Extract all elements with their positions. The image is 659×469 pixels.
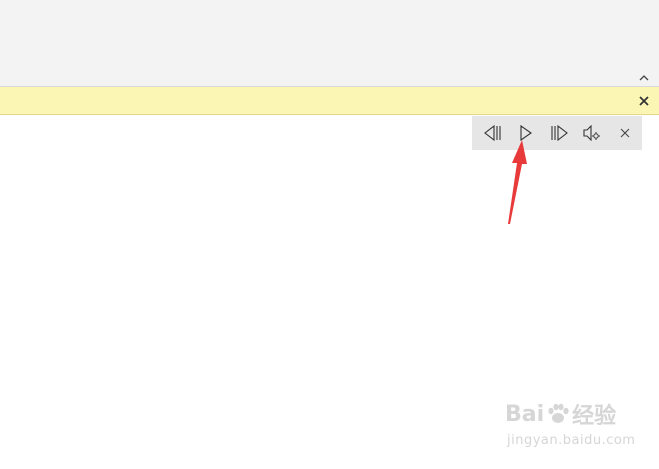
speaker-settings-icon — [583, 125, 601, 141]
baidu-jingyan-watermark: Bai 经验 jingyan.baidu.com — [505, 398, 635, 456]
watermark-brand-right: 经验 — [572, 404, 617, 429]
voice-settings-button[interactable] — [576, 116, 609, 150]
notification-bar — [0, 87, 659, 115]
watermark-brand-left: Bai — [505, 401, 545, 427]
previous-paragraph-button[interactable] — [476, 116, 509, 150]
skip-forward-icon — [551, 125, 568, 141]
close-read-aloud-button[interactable] — [609, 116, 642, 150]
skip-back-icon — [483, 125, 501, 141]
notification-close-button[interactable] — [637, 94, 650, 107]
next-paragraph-button[interactable] — [542, 116, 575, 150]
play-icon — [520, 125, 532, 141]
play-button[interactable] — [509, 116, 542, 150]
read-aloud-toolbar — [472, 116, 642, 150]
watermark-url: jingyan.baidu.com — [507, 433, 636, 448]
close-icon — [621, 128, 630, 138]
close-icon — [638, 95, 649, 106]
collapse-ribbon-button[interactable] — [637, 70, 651, 84]
watermark-logo: Bai 经验 — [505, 398, 616, 430]
paw-icon — [548, 403, 569, 423]
chevron-up-icon — [639, 74, 649, 80]
ribbon — [0, 0, 659, 87]
